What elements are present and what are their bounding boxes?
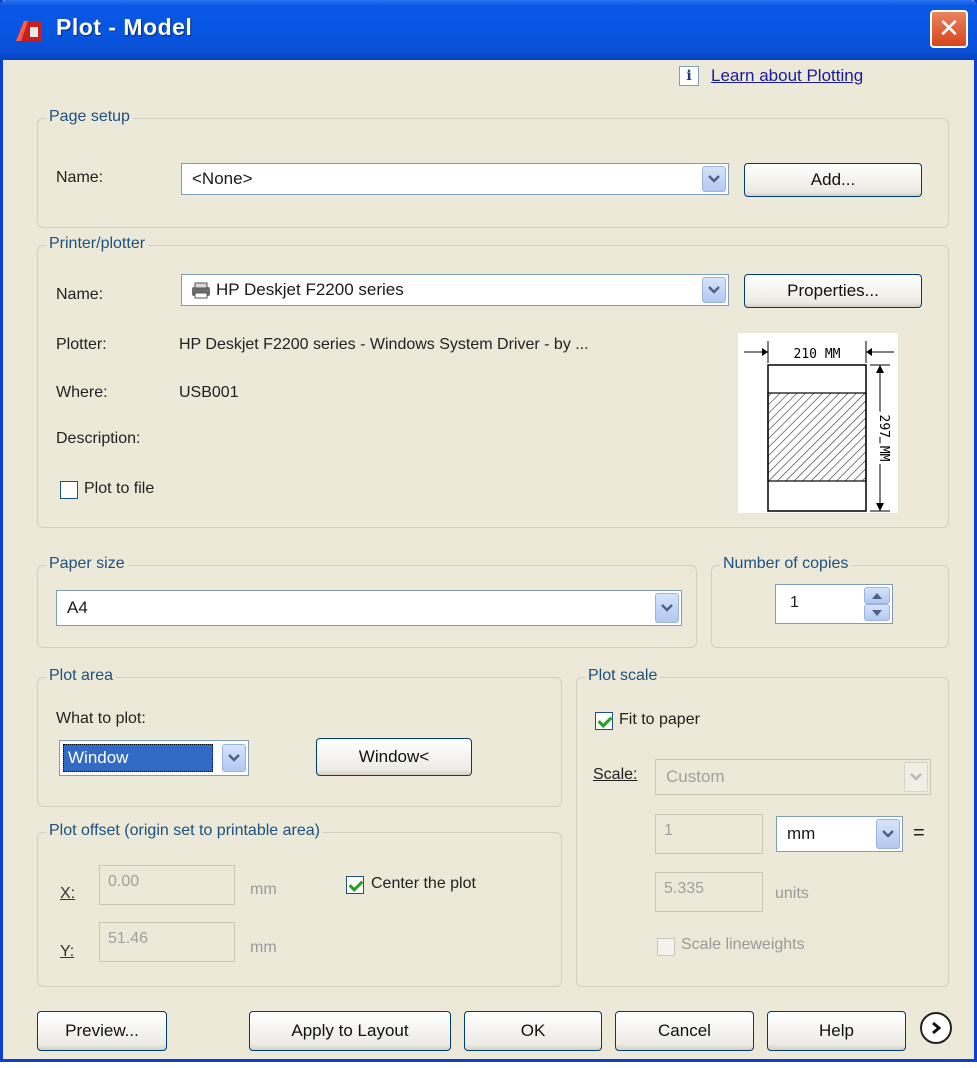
preview-width-label: 210 MM	[794, 347, 841, 362]
paper-size-title: Paper size	[46, 555, 128, 573]
plot-offset-title: Plot offset (origin set to printable are…	[46, 822, 323, 840]
plot-area-title: Plot area	[46, 667, 117, 685]
scale-numerator-field[interactable]: 1	[655, 814, 763, 854]
paper-size-combo[interactable]: A4	[56, 590, 682, 626]
scale-denominator-field[interactable]: 5.335	[655, 872, 763, 912]
chevron-down-icon[interactable]	[876, 819, 900, 849]
offset-y-unit: mm	[250, 939, 277, 956]
plot-dialog: Plot - Model ✕ i Learn about Plotting Pa…	[0, 0, 977, 1062]
preview-button[interactable]: Preview...	[37, 1011, 167, 1051]
preview-height-label: 297 MM	[876, 415, 891, 462]
number-of-copies-spinner[interactable]: 1	[775, 584, 893, 624]
scale-label: Scale:	[593, 766, 638, 783]
scale-combo[interactable]: Custom	[655, 759, 931, 795]
what-to-plot-combo[interactable]: Window	[59, 740, 249, 776]
page-setup-name-label: Name:	[56, 169, 104, 186]
where-value: USB001	[179, 384, 239, 401]
plotter-value: HP Deskjet F2200 series - Windows System…	[179, 336, 589, 353]
scale-lineweights-label: Scale lineweights	[681, 936, 805, 953]
window-title: Plot - Model	[56, 14, 193, 40]
learn-about-plotting-link[interactable]: Learn about Plotting	[711, 66, 863, 86]
apply-to-layout-button[interactable]: Apply to Layout	[249, 1011, 451, 1051]
scale-unit-combo[interactable]: mm	[776, 816, 903, 852]
where-label: Where:	[56, 384, 108, 401]
select-window-button[interactable]: Window<	[316, 738, 472, 776]
help-button[interactable]: Help	[767, 1011, 906, 1051]
printer-name-combo[interactable]: HP Deskjet F2200 series	[181, 274, 729, 306]
autocad-app-icon	[16, 21, 42, 41]
page-setup-group: Page setup Name: <None> Add...	[37, 108, 949, 228]
printer-name-value: HP Deskjet F2200 series	[216, 280, 404, 299]
printer-plotter-title: Printer/plotter	[46, 235, 149, 253]
paper-preview-graphic: 210 MM 297 MM	[744, 341, 894, 512]
number-of-copies-value: 1	[790, 594, 799, 611]
plotter-label: Plotter:	[56, 336, 107, 353]
chevron-down-icon[interactable]	[702, 277, 726, 303]
spin-down-icon[interactable]	[864, 604, 890, 621]
ok-button[interactable]: OK	[464, 1011, 602, 1051]
add-page-setup-button[interactable]: Add...	[744, 163, 922, 197]
scale-units-label: units	[775, 885, 809, 902]
page-setup-name-value: <None>	[192, 169, 253, 188]
plot-to-file-checkbox[interactable]	[60, 481, 78, 499]
chevron-down-icon	[904, 762, 928, 792]
spin-up-icon[interactable]	[864, 587, 890, 604]
paper-preview: 210 MM 297 MM	[738, 333, 898, 513]
page-setup-title: Page setup	[46, 108, 133, 126]
scale-value: Custom	[666, 767, 725, 786]
page-setup-name-combo[interactable]: <None>	[181, 163, 729, 195]
plot-to-file-label: Plot to file	[84, 480, 155, 497]
offset-y-field[interactable]: 51.46	[99, 922, 235, 962]
chevron-down-icon[interactable]	[655, 593, 679, 623]
paper-size-value: A4	[67, 598, 88, 617]
offset-x-label: X:	[60, 885, 76, 902]
printer-icon	[192, 282, 210, 299]
scale-equals-sign: =	[913, 822, 925, 844]
printer-name-label: Name:	[56, 286, 104, 303]
chevron-down-icon[interactable]	[702, 166, 726, 192]
plot-offset-group: Plot offset (origin set to printable are…	[37, 822, 562, 987]
chevron-down-icon[interactable]	[222, 744, 246, 772]
title-bar[interactable]: Plot - Model ✕	[0, 0, 977, 60]
what-to-plot-value: Window	[63, 744, 213, 772]
scale-lineweights-checkbox[interactable]	[657, 938, 675, 956]
what-to-plot-label: What to plot:	[56, 710, 146, 727]
cancel-button[interactable]: Cancel	[615, 1011, 754, 1051]
fit-to-paper-checkbox[interactable]	[595, 712, 613, 730]
number-of-copies-title: Number of copies	[720, 555, 852, 573]
learn-about-plotting: i Learn about Plotting	[679, 66, 863, 86]
close-button[interactable]: ✕	[930, 10, 968, 48]
fit-to-paper-label: Fit to paper	[619, 711, 700, 728]
offset-x-unit: mm	[250, 881, 277, 898]
description-label: Description:	[56, 430, 141, 447]
plot-scale-title: Plot scale	[585, 667, 661, 685]
info-icon: i	[679, 66, 699, 86]
offset-y-label: Y:	[60, 943, 75, 960]
center-the-plot-label: Center the plot	[371, 875, 476, 892]
more-options-icon[interactable]	[920, 1012, 952, 1044]
paper-size-group: Paper size A4	[37, 555, 697, 648]
properties-button[interactable]: Properties...	[744, 274, 922, 308]
plot-scale-group: Plot scale Fit to paper Scale: Custom 1 …	[576, 667, 949, 987]
offset-x-field[interactable]: 0.00	[99, 865, 235, 905]
center-the-plot-checkbox[interactable]	[346, 876, 364, 894]
